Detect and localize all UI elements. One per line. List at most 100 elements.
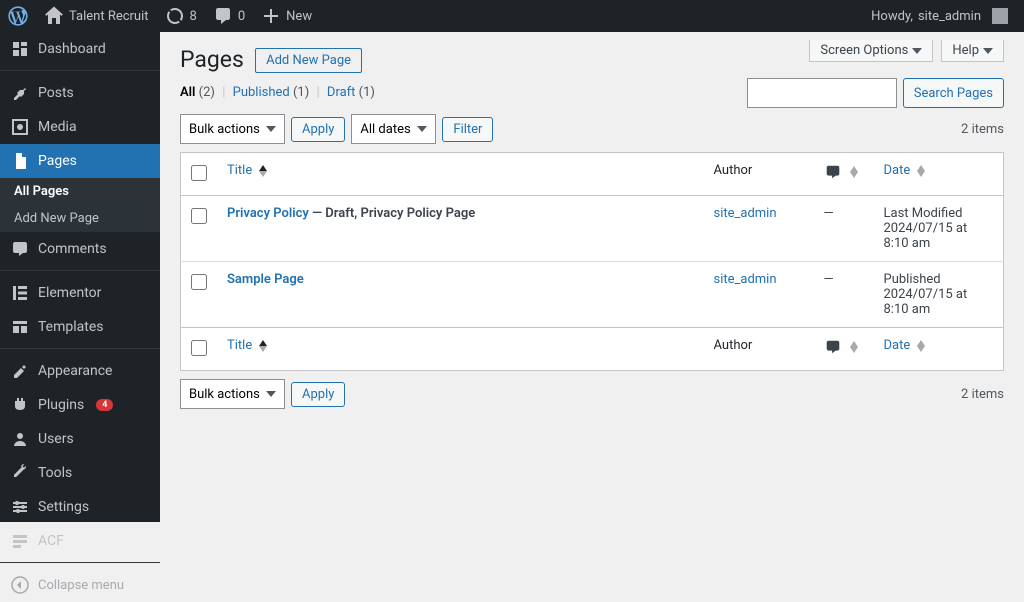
chevron-down-icon <box>983 48 993 54</box>
menu-elementor[interactable]: Elementor <box>0 276 160 310</box>
filter-published-label: Published <box>233 85 290 100</box>
site-name-link[interactable]: Talent Recruit <box>36 0 157 32</box>
pin-icon <box>10 83 30 103</box>
menu-label: Comments <box>38 241 107 257</box>
main-content: Screen Options Help Pages Add New Page A… <box>160 32 1024 522</box>
plugin-update-badge: 4 <box>96 399 113 411</box>
row-checkbox[interactable] <box>191 274 207 290</box>
my-account-link[interactable]: Howdy, site_admin <box>863 0 1016 32</box>
updates-icon <box>165 6 185 26</box>
apply-bulk-button[interactable]: Apply <box>291 117 345 142</box>
row-date-value: 2024/07/15 at 8:10 am <box>884 287 968 317</box>
menu-dashboard[interactable]: Dashboard <box>0 32 160 66</box>
bulk-actions-select-bottom[interactable]: Bulk actions <box>180 379 285 409</box>
menu-label: Tools <box>38 465 72 481</box>
sort-icon <box>259 165 267 177</box>
filter-button[interactable]: Filter <box>442 117 493 142</box>
submenu-all-pages[interactable]: All Pages <box>0 178 160 205</box>
comment-icon <box>10 239 30 259</box>
col-date-footer[interactable]: Date <box>874 328 1004 371</box>
collapse-label: Collapse menu <box>38 578 124 593</box>
col-title-header[interactable]: Title <box>217 153 704 196</box>
wp-logo[interactable] <box>0 0 36 32</box>
search-input[interactable] <box>747 78 897 108</box>
tools-icon <box>10 463 30 483</box>
current-user-name: site_admin <box>918 9 981 24</box>
col-date-label: Date <box>884 338 911 353</box>
col-title-footer[interactable]: Title <box>217 328 704 371</box>
collapse-menu[interactable]: Collapse menu <box>0 568 160 602</box>
row-title-link[interactable]: Sample Page <box>227 272 304 287</box>
menu-plugins[interactable]: Plugins 4 <box>0 388 160 422</box>
menu-label: Dashboard <box>38 41 106 57</box>
add-new-page-button[interactable]: Add New Page <box>255 48 362 73</box>
date-filter-select[interactable]: All dates <box>351 114 436 144</box>
howdy-prefix: Howdy, <box>871 9 913 24</box>
updates-link[interactable]: 8 <box>157 0 205 32</box>
menu-label: Posts <box>38 85 74 101</box>
wordpress-icon <box>8 6 28 26</box>
filter-all-count: (2) <box>199 85 215 100</box>
plus-icon <box>261 6 281 26</box>
comments-link[interactable]: 0 <box>205 0 253 32</box>
screen-options-button[interactable]: Screen Options <box>809 40 933 62</box>
sort-icon <box>259 340 267 352</box>
filter-all[interactable]: All (2) <box>180 85 215 100</box>
menu-settings[interactable]: Settings <box>0 490 160 524</box>
menu-label: Pages <box>38 153 77 169</box>
row-checkbox[interactable] <box>191 208 207 224</box>
plugin-icon <box>10 395 30 415</box>
new-content-link[interactable]: New <box>253 0 320 32</box>
sort-icon <box>917 165 925 177</box>
users-icon <box>10 429 30 449</box>
row-date-status: Last Modified <box>884 206 963 221</box>
filter-published[interactable]: Published (1) <box>233 85 310 100</box>
menu-users[interactable]: Users <box>0 422 160 456</box>
comment-icon <box>213 6 233 26</box>
row-comments: — <box>814 196 874 262</box>
help-button[interactable]: Help <box>941 40 1004 62</box>
media-icon <box>10 117 30 137</box>
col-author-footer: Author <box>704 328 814 371</box>
menu-comments[interactable]: Comments <box>0 232 160 266</box>
menu-templates[interactable]: Templates <box>0 310 160 344</box>
menu-acf[interactable]: ACF <box>0 524 160 558</box>
templates-icon <box>10 317 30 337</box>
menu-label: Media <box>38 119 77 135</box>
items-count-bottom: 2 items <box>961 387 1004 402</box>
comment-icon <box>824 338 842 356</box>
menu-tools[interactable]: Tools <box>0 456 160 490</box>
filter-draft-label: Draft <box>327 85 356 100</box>
admin-bar: Talent Recruit 8 0 New Howdy, site_admin <box>0 0 1024 32</box>
menu-pages[interactable]: Pages <box>0 144 160 178</box>
page-icon <box>10 151 30 171</box>
select-all-checkbox-bottom[interactable] <box>191 340 207 356</box>
select-all-checkbox[interactable] <box>191 165 207 181</box>
collapse-icon <box>10 575 30 595</box>
help-label: Help <box>952 43 979 58</box>
menu-media[interactable]: Media <box>0 110 160 144</box>
filter-draft[interactable]: Draft (1) <box>327 85 375 100</box>
bulk-actions-select[interactable]: Bulk actions <box>180 114 285 144</box>
menu-appearance[interactable]: Appearance <box>0 354 160 388</box>
search-pages-button[interactable]: Search Pages <box>903 78 1004 108</box>
page-title: Pages <box>180 32 244 77</box>
row-author-link[interactable]: site_admin <box>714 272 777 287</box>
menu-label: Templates <box>38 319 104 335</box>
elementor-icon <box>10 283 30 303</box>
submenu-pages: All Pages Add New Page <box>0 178 160 232</box>
pages-table: Title Author <box>180 152 1004 371</box>
admin-sidebar: Dashboard Posts Media Pages All Pages Ad… <box>0 32 160 522</box>
settings-icon <box>10 497 30 517</box>
site-name-label: Talent Recruit <box>69 9 149 24</box>
col-date-header[interactable]: Date <box>874 153 1004 196</box>
row-author-link[interactable]: site_admin <box>714 206 777 221</box>
row-date-status: Published <box>884 272 941 287</box>
row-title-link[interactable]: Privacy Policy <box>227 206 309 221</box>
col-comments-footer[interactable] <box>814 328 874 371</box>
col-title-label: Title <box>227 338 252 353</box>
menu-posts[interactable]: Posts <box>0 76 160 110</box>
submenu-add-new-page[interactable]: Add New Page <box>0 205 160 232</box>
col-comments-header[interactable] <box>814 153 874 196</box>
apply-bulk-button-bottom[interactable]: Apply <box>291 382 345 407</box>
